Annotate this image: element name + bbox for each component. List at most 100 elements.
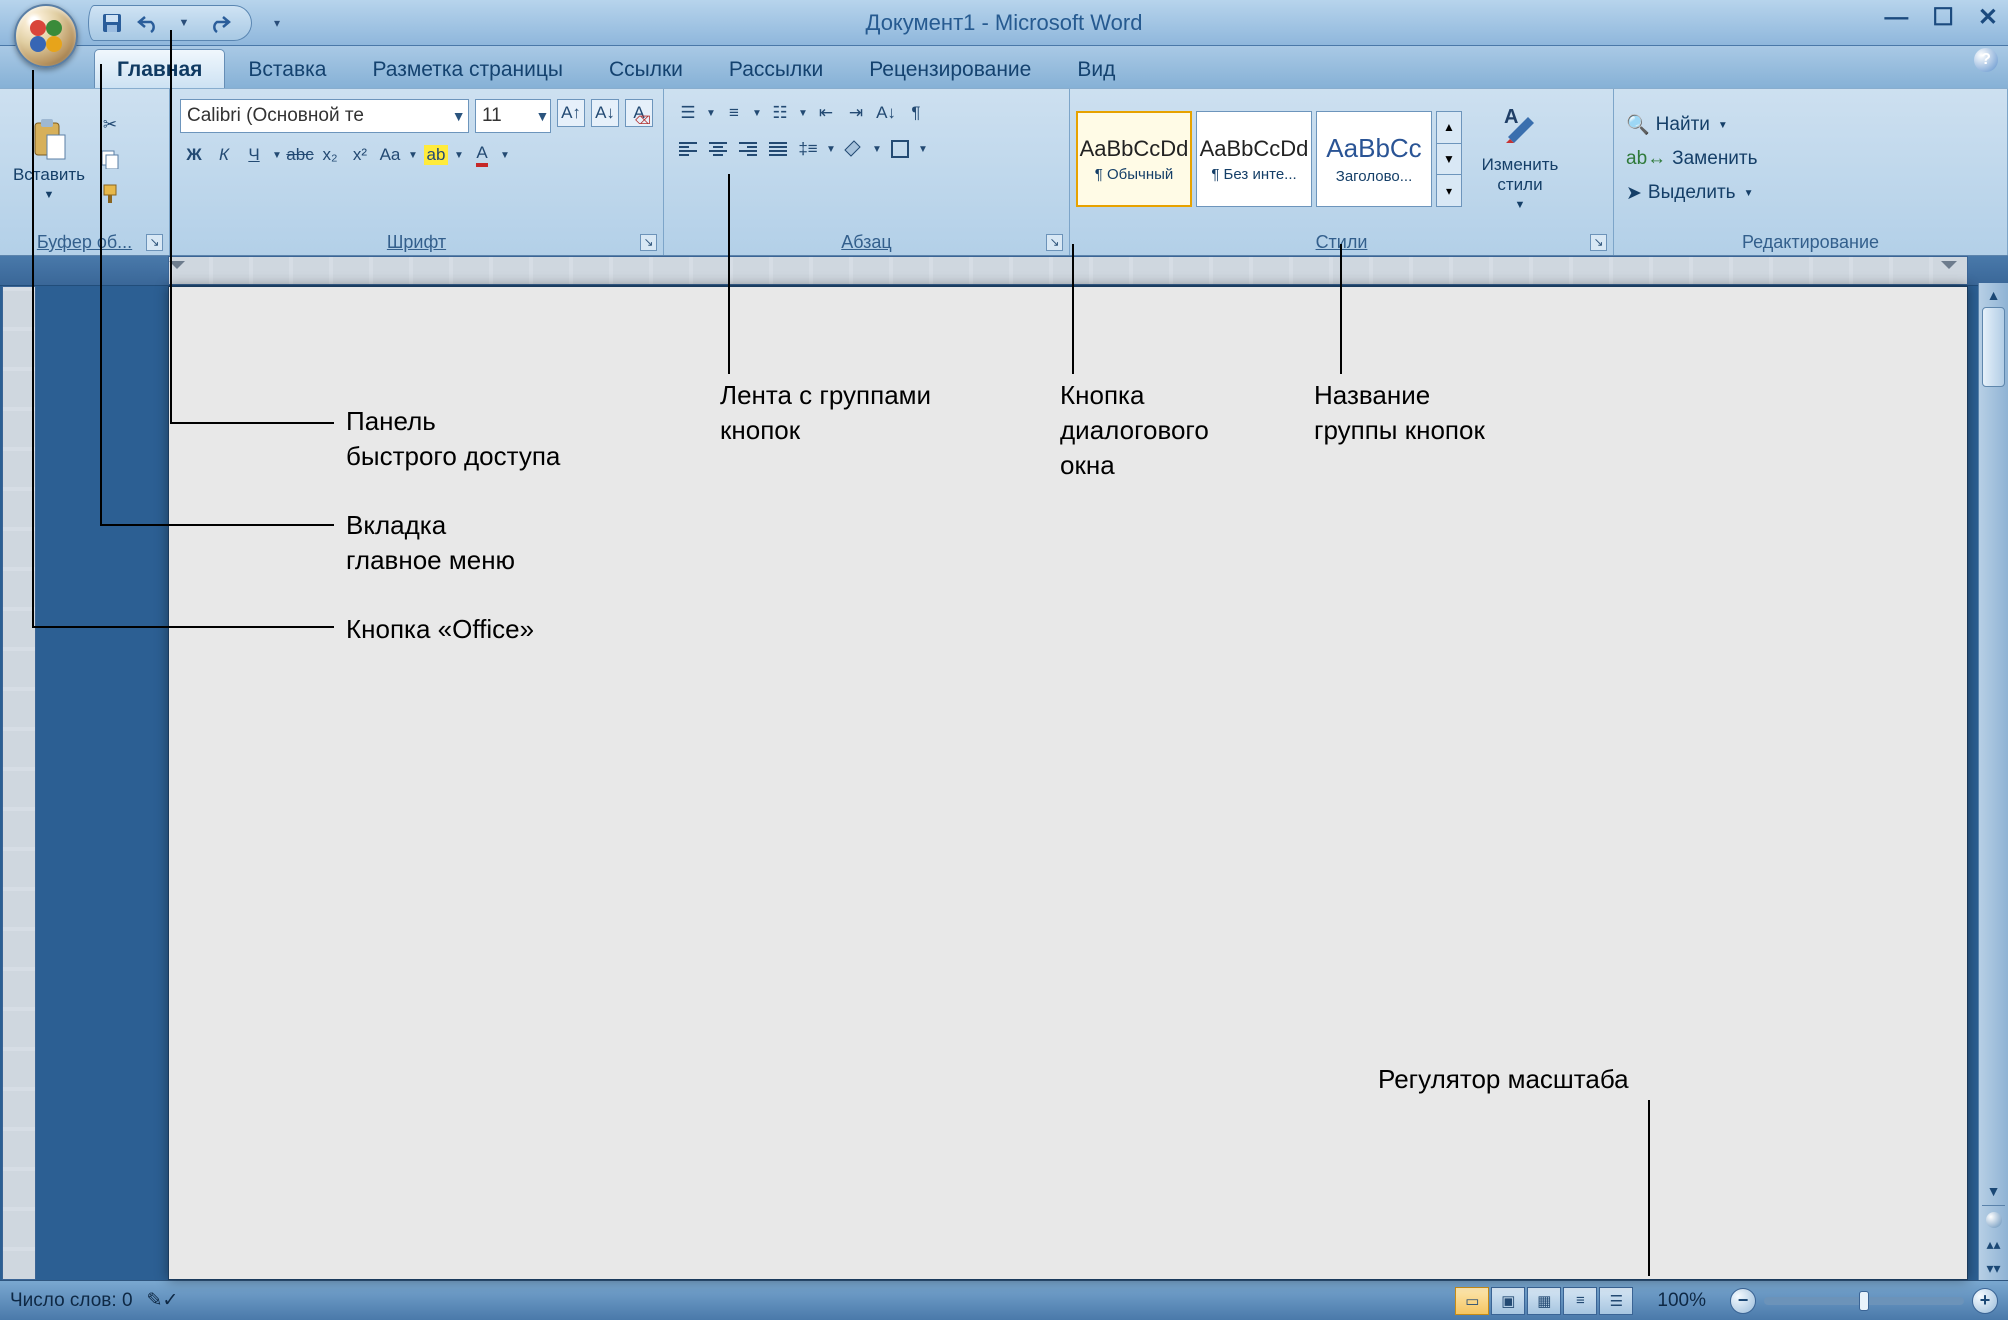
clear-formatting-icon[interactable]: A⌫ <box>625 99 653 127</box>
redo-icon[interactable] <box>207 10 233 36</box>
prev-page-icon[interactable]: ▴▴ <box>1979 1232 2008 1256</box>
dialog-launcher-font[interactable]: ↘ <box>640 234 657 251</box>
tab-view[interactable]: Вид <box>1054 49 1138 88</box>
line-spacing-menu[interactable]: ▼ <box>824 135 838 163</box>
case-menu[interactable]: ▼ <box>406 141 420 169</box>
browse-object-icon[interactable] <box>1986 1212 2002 1228</box>
styles-more-icon[interactable]: ▾ <box>1437 175 1461 206</box>
increase-indent-icon[interactable]: ⇥ <box>842 99 870 127</box>
multilevel-menu[interactable]: ▼ <box>796 99 810 127</box>
zoom-value[interactable]: 100% <box>1657 1290 1706 1312</box>
select-button[interactable]: ➤Выделить▼ <box>1620 177 2001 209</box>
dialog-launcher-paragraph[interactable]: ↘ <box>1046 234 1063 251</box>
replace-button[interactable]: ab↔Заменить <box>1620 143 2001 175</box>
group-paragraph-label[interactable]: Абзац <box>664 229 1069 255</box>
tab-home[interactable]: Главная <box>94 49 225 88</box>
shading-icon[interactable] <box>840 135 868 163</box>
bold-button[interactable]: Ж <box>180 141 208 169</box>
styles-up-icon[interactable]: ▲ <box>1437 112 1461 144</box>
numbering-menu[interactable]: ▼ <box>750 99 764 127</box>
scroll-down-icon[interactable]: ▼ <box>1979 1179 2008 1203</box>
decrease-indent-icon[interactable]: ⇤ <box>812 99 840 127</box>
svg-text:A: A <box>1504 107 1518 128</box>
numbering-icon[interactable]: ≡ <box>720 99 748 127</box>
office-button[interactable] <box>14 4 78 68</box>
line-spacing-icon[interactable]: ‡≡ <box>794 135 822 163</box>
zoom-thumb[interactable] <box>1859 1291 1869 1311</box>
font-name-combo[interactable]: ▼ <box>180 99 469 133</box>
sort-icon[interactable]: A↓ <box>872 99 900 127</box>
align-left-icon[interactable] <box>674 135 702 163</box>
multilevel-icon[interactable]: ☷ <box>766 99 794 127</box>
tab-review[interactable]: Рецензирование <box>846 49 1054 88</box>
next-page-icon[interactable]: ▾▾ <box>1979 1256 2008 1280</box>
tab-mailings[interactable]: Рассылки <box>706 49 846 88</box>
paste-button[interactable]: Вставить ▼ <box>6 95 92 223</box>
change-styles-button[interactable]: A Изменить стили ▼ <box>1466 95 1574 223</box>
tab-page-layout[interactable]: Разметка страницы <box>349 49 586 88</box>
show-marks-icon[interactable]: ¶ <box>902 99 930 127</box>
shading-menu[interactable]: ▼ <box>870 135 884 163</box>
underline-button[interactable]: Ч <box>240 141 268 169</box>
scroll-thumb[interactable] <box>1982 307 2005 387</box>
subscript-button[interactable]: x₂ <box>316 141 344 169</box>
undo-icon[interactable] <box>135 10 161 36</box>
font-name-input[interactable] <box>181 100 449 132</box>
font-color-button[interactable]: A <box>468 141 496 169</box>
full-screen-view-icon[interactable]: ▣ <box>1491 1287 1525 1315</box>
maximize-button[interactable]: ☐ <box>1932 6 1954 30</box>
group-font-label[interactable]: Шрифт <box>170 229 663 255</box>
print-layout-view-icon[interactable]: ▭ <box>1455 1287 1489 1315</box>
zoom-track[interactable] <box>1764 1297 1964 1305</box>
highlight-button[interactable]: ab <box>422 141 450 169</box>
window-title: Документ1 - Microsoft Word <box>866 10 1143 36</box>
borders-menu[interactable]: ▼ <box>916 135 930 163</box>
zoom-out-button[interactable]: − <box>1730 1288 1756 1314</box>
zoom-in-button[interactable]: + <box>1972 1288 1998 1314</box>
style-normal[interactable]: AaBbCcDd ¶ Обычный <box>1076 111 1192 207</box>
group-clipboard-label[interactable]: Буфер об... <box>0 229 169 255</box>
underline-menu[interactable]: ▼ <box>270 141 284 169</box>
tab-references[interactable]: Ссылки <box>586 49 706 88</box>
font-size-combo[interactable]: ▼ <box>475 99 551 133</box>
vertical-ruler[interactable] <box>2 286 36 1280</box>
tab-insert[interactable]: Вставка <box>225 49 349 88</box>
align-right-icon[interactable] <box>734 135 762 163</box>
shrink-font-icon[interactable]: A↓ <box>591 99 619 127</box>
highlight-menu[interactable]: ▼ <box>452 141 466 169</box>
close-button[interactable]: ✕ <box>1978 6 1998 30</box>
vertical-scrollbar[interactable]: ▲ ▼ ▴▴ ▾▾ <box>1978 283 2008 1280</box>
dialog-launcher-clipboard[interactable]: ↘ <box>146 234 163 251</box>
dialog-launcher-styles[interactable]: ↘ <box>1590 234 1607 251</box>
justify-icon[interactable] <box>764 135 792 163</box>
styles-gallery-scroll[interactable]: ▲ ▼ ▾ <box>1436 111 1462 207</box>
style-heading[interactable]: AaBbCc Заголово... <box>1316 111 1432 207</box>
qat-customize-icon[interactable]: ▾ <box>264 10 290 36</box>
bullets-menu[interactable]: ▼ <box>704 99 718 127</box>
style-no-spacing[interactable]: AaBbCcDd ¶ Без инте... <box>1196 111 1312 207</box>
draft-view-icon[interactable]: ☰ <box>1599 1287 1633 1315</box>
word-count[interactable]: Число слов: 0 <box>10 1290 133 1312</box>
grow-font-icon[interactable]: A↑ <box>557 99 585 127</box>
font-color-menu[interactable]: ▼ <box>498 141 512 169</box>
save-icon[interactable] <box>99 10 125 36</box>
strikethrough-button[interactable]: abc <box>286 141 314 169</box>
find-button[interactable]: 🔍Найти▼ <box>1620 109 2001 141</box>
outline-view-icon[interactable]: ≡ <box>1563 1287 1597 1315</box>
align-center-icon[interactable] <box>704 135 732 163</box>
help-button[interactable]: ? <box>1974 48 1998 72</box>
web-layout-view-icon[interactable]: ▦ <box>1527 1287 1561 1315</box>
change-case-button[interactable]: Aa <box>376 141 404 169</box>
bullets-icon[interactable]: ☰ <box>674 99 702 127</box>
minimize-button[interactable]: — <box>1884 6 1908 30</box>
italic-button[interactable]: К <box>210 141 238 169</box>
styles-down-icon[interactable]: ▼ <box>1437 144 1461 176</box>
proofing-icon[interactable]: ✎✓ <box>147 1289 179 1312</box>
font-size-input[interactable] <box>476 100 535 132</box>
borders-icon[interactable] <box>886 135 914 163</box>
chevron-down-icon[interactable]: ▼ <box>171 10 197 36</box>
superscript-button[interactable]: x² <box>346 141 374 169</box>
zoom-slider[interactable]: − + <box>1730 1288 1998 1314</box>
horizontal-ruler[interactable] <box>168 256 1968 285</box>
scroll-up-icon[interactable]: ▲ <box>1979 283 2008 307</box>
